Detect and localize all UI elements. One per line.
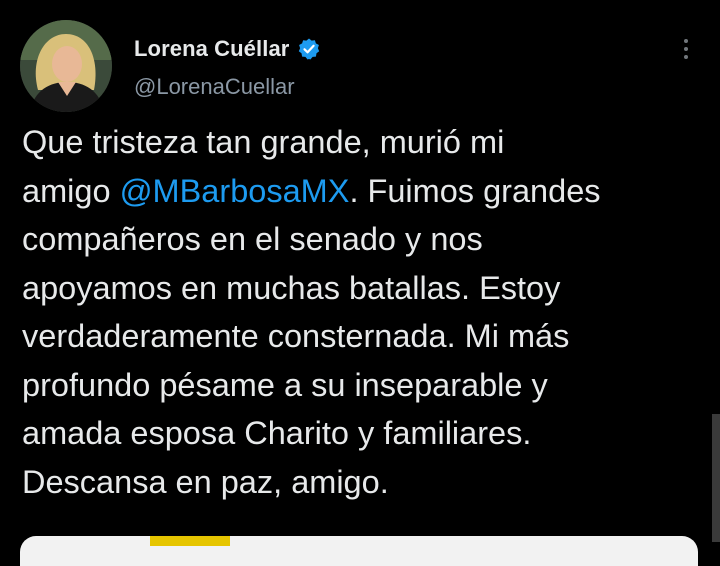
author-display-name[interactable]: Lorena Cuéllar (134, 36, 289, 62)
tweet-line: Que tristeza tan grande, murió mi (22, 124, 505, 160)
verified-badge-icon (297, 37, 321, 61)
tweet-text: Que tristeza tan grande, murió mi amigo … (22, 118, 712, 506)
avatar-photo (20, 20, 112, 112)
tweet-line: amigo @MBarbosaMX. Fuimos grandes (22, 167, 712, 216)
tweet-text-segment: . Fuimos grandes (349, 172, 601, 209)
media-content (150, 536, 230, 546)
tweet-line: compañeros en el senado y nos (22, 221, 483, 257)
attached-media-preview[interactable] (20, 536, 698, 566)
tweet-line: apoyamos en muchas batallas. Estoy (22, 269, 561, 306)
author-handle[interactable]: @LorenaCuellar (134, 74, 295, 100)
tweet-text-segment: amigo (22, 172, 120, 209)
author-name-row[interactable]: Lorena Cuéllar (134, 34, 321, 64)
mention-link[interactable]: @MBarbosaMX (120, 173, 350, 209)
scrollbar[interactable] (712, 414, 720, 542)
tweet-line: amada esposa Charito y familiares. (22, 415, 532, 451)
avatar[interactable] (20, 20, 112, 112)
tweet-card: Lorena Cuéllar @LorenaCuellar Que triste… (0, 0, 720, 566)
tweet-line: verdaderamente consternada. Mi más (22, 318, 570, 354)
tweet-line: profundo pésame a su inseparable y (22, 366, 548, 403)
tweet-line: Descansa en paz, amigo. (22, 463, 389, 500)
more-options-icon[interactable] (676, 34, 696, 64)
